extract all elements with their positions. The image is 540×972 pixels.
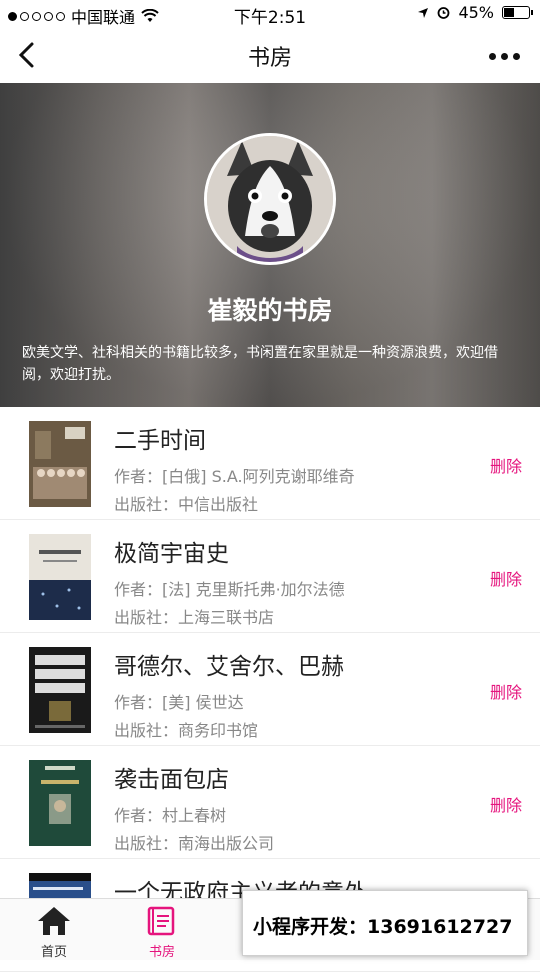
delete-button[interactable]: 删除 xyxy=(490,792,522,816)
tab-label: 书房 xyxy=(148,945,175,960)
profile-header: 崔毅的书房 欧美文学、社科相关的书籍比较多，书闲置在家里就是一种资源浪费，欢迎借… xyxy=(0,83,540,407)
back-button[interactable] xyxy=(14,38,44,72)
book-cover-image xyxy=(29,760,91,846)
dog-avatar-image xyxy=(207,136,333,262)
battery-percent: 45% xyxy=(458,3,494,22)
tab-home[interactable]: 首页 xyxy=(0,899,108,961)
book-cover xyxy=(29,534,91,620)
more-menu-button[interactable] xyxy=(486,44,522,68)
status-right: 45% xyxy=(417,3,533,22)
book-row[interactable]: 二手时间 作者：[白俄] S.A.阿列克谢耶维奇 出版社：中信出版社 删除 xyxy=(0,407,540,520)
nav-bar: 书房 xyxy=(0,28,540,83)
chevron-left-icon xyxy=(18,42,34,68)
more-dot xyxy=(488,52,496,60)
alarm-icon xyxy=(438,7,450,19)
book-cover-image xyxy=(29,534,91,620)
more-dot xyxy=(512,52,520,60)
promo-text: 小程序开发：13691612727 xyxy=(253,916,513,938)
book-publisher: 出版社：南海出版公司 xyxy=(114,834,275,853)
book-title: 二手时间 xyxy=(114,428,206,454)
book-publisher: 出版社：商务印书馆 xyxy=(114,721,259,740)
page-title: 书房 xyxy=(247,46,292,71)
book-publisher: 出版社：上海三联书店 xyxy=(114,608,275,627)
book-title: 袭击面包店 xyxy=(114,767,229,793)
book-cover-image xyxy=(29,421,91,507)
book-icon xyxy=(147,906,175,936)
book-row[interactable]: 极简宇宙史 作者：[法] 克里斯托弗·加尔法德 出版社：上海三联书店 删除 xyxy=(0,520,540,633)
book-cover xyxy=(29,760,91,846)
home-icon xyxy=(38,907,70,935)
book-cover-image xyxy=(29,647,91,733)
book-title: 哥德尔、艾舍尔、巴赫 xyxy=(114,654,344,680)
book-row[interactable]: 袭击面包店 作者：村上春树 出版社：南海出版公司 删除 xyxy=(0,746,540,859)
promo-banner: 小程序开发：13691612727 xyxy=(242,890,528,956)
book-author: 作者：[法] 克里斯托弗·加尔法德 xyxy=(114,580,345,599)
book-author: 作者：[美] 侯世达 xyxy=(114,693,244,712)
book-publisher: 出版社：中信出版社 xyxy=(114,495,259,514)
tab-bookroom[interactable]: 书房 xyxy=(108,899,216,961)
battery-icon xyxy=(502,6,533,19)
book-cover xyxy=(29,421,91,507)
status-bar: 中国联通 下午2:51 45% xyxy=(0,0,540,28)
book-author: 作者：[白俄] S.A.阿列克谢耶维奇 xyxy=(114,467,355,486)
tab-label: 首页 xyxy=(40,945,67,960)
book-list: 二手时间 作者：[白俄] S.A.阿列克谢耶维奇 出版社：中信出版社 删除 极简… xyxy=(0,407,540,972)
location-icon xyxy=(418,7,429,18)
more-dot xyxy=(500,52,508,60)
book-cover xyxy=(29,647,91,733)
bookroom-description: 欧美文学、社科相关的书籍比较多，书闲置在家里就是一种资源浪费，欢迎借阅，欢迎打扰… xyxy=(22,345,498,383)
delete-button[interactable]: 删除 xyxy=(490,566,522,590)
bookroom-name: 崔毅的书房 xyxy=(207,296,333,325)
delete-button[interactable]: 删除 xyxy=(490,453,522,477)
book-author: 作者：村上春树 xyxy=(114,806,227,825)
book-row[interactable]: 哥德尔、艾舍尔、巴赫 作者：[美] 侯世达 出版社：商务印书馆 删除 xyxy=(0,633,540,746)
avatar[interactable] xyxy=(204,133,336,265)
book-title: 极简宇宙史 xyxy=(114,541,229,567)
delete-button[interactable]: 删除 xyxy=(490,679,522,703)
